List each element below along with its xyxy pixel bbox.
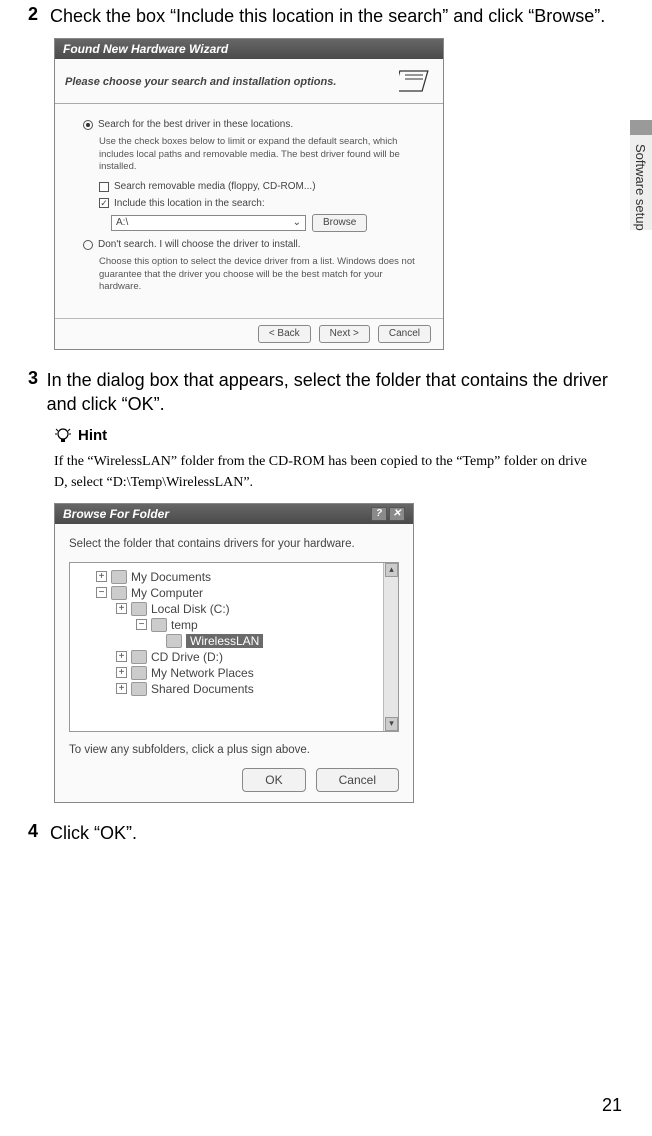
tree-node-my-computer[interactable]: − My Computer	[96, 585, 394, 601]
network-icon	[131, 666, 147, 680]
step-number: 2	[28, 4, 50, 28]
wizard-body: Search for the best driver in these loca…	[55, 104, 443, 310]
ok-button[interactable]: OK	[242, 768, 305, 792]
browse-title: Browse For Folder	[63, 507, 169, 521]
wizard-subtitle-row: Please choose your search and installati…	[55, 59, 443, 104]
expand-icon[interactable]: +	[116, 683, 127, 694]
tree-node-shared-documents[interactable]: + Shared Documents	[116, 681, 394, 697]
side-tab-label: Software setup	[633, 144, 648, 231]
folder-icon	[111, 570, 127, 584]
check-label: Search removable media (floppy, CD-ROM..…	[114, 180, 316, 194]
folder-icon	[166, 634, 182, 648]
step-3: 3 In the dialog box that appears, select…	[28, 368, 624, 417]
page-number: 21	[602, 1095, 622, 1116]
browse-button[interactable]: Browse	[312, 214, 367, 232]
tree-node-network-places[interactable]: + My Network Places	[116, 665, 394, 681]
wizard-subtitle: Please choose your search and installati…	[65, 76, 336, 88]
node-label: Local Disk (C:)	[151, 602, 230, 616]
tree-node-wirelesslan[interactable]: WirelessLAN	[166, 633, 394, 649]
step-text: In the dialog box that appears, select t…	[47, 368, 624, 417]
radio-search-locations[interactable]: Search for the best driver in these loca…	[83, 118, 425, 132]
wizard-titlebar: Found New Hardware Wizard	[55, 39, 443, 59]
path-select[interactable]: A:\ ⌄	[111, 215, 306, 231]
collapse-icon[interactable]: −	[136, 619, 147, 630]
hardware-icon	[399, 67, 433, 97]
drive-icon	[131, 602, 147, 616]
node-label: My Network Places	[151, 666, 254, 680]
node-label: My Computer	[131, 586, 203, 600]
node-label: Shared Documents	[151, 682, 254, 696]
check-removable-media[interactable]: Search removable media (floppy, CD-ROM..…	[99, 180, 425, 194]
tree-node-local-disk-c[interactable]: + Local Disk (C:)	[116, 601, 394, 617]
hint-text: If the “WirelessLAN” folder from the CD-…	[54, 451, 604, 493]
radio-label: Search for the best driver in these loca…	[98, 118, 293, 132]
hint-label: Hint	[78, 427, 107, 444]
tree-node-cd-drive[interactable]: + CD Drive (D:)	[116, 649, 394, 665]
expand-icon[interactable]: +	[116, 651, 127, 662]
radio-icon	[83, 120, 93, 130]
computer-icon	[111, 586, 127, 600]
wizard-button-row: < Back Next > Cancel	[55, 318, 443, 349]
browse-button-row: OK Cancel	[69, 768, 399, 792]
close-icon[interactable]: ✕	[389, 507, 405, 521]
chevron-down-icon: ⌄	[293, 216, 301, 230]
tree-node-my-documents[interactable]: + My Documents	[96, 569, 394, 585]
hint-header: Hint	[54, 427, 624, 445]
scroll-up-icon[interactable]: ▴	[385, 563, 398, 577]
step-number: 4	[28, 821, 50, 845]
checkbox-icon	[99, 182, 109, 192]
expand-icon[interactable]: +	[96, 571, 107, 582]
node-label-selected: WirelessLAN	[186, 634, 263, 648]
browse-instruction: Select the folder that contains drivers …	[69, 538, 399, 550]
expand-icon[interactable]: +	[116, 667, 127, 678]
radio1-description: Use the check boxes below to limit or ex…	[99, 136, 425, 174]
radio-dont-search[interactable]: Don't search. I will choose the driver t…	[83, 238, 425, 252]
step-2: 2 Check the box “Include this location i…	[28, 4, 624, 28]
next-button[interactable]: Next >	[319, 325, 370, 343]
radio-icon	[83, 240, 93, 250]
browse-titlebar: Browse For Folder ? ✕	[55, 504, 413, 524]
browse-footer-text: To view any subfolders, click a plus sig…	[69, 744, 399, 756]
scroll-down-icon[interactable]: ▾	[385, 717, 398, 731]
step-4: 4 Click “OK”.	[28, 821, 624, 845]
back-button[interactable]: < Back	[258, 325, 311, 343]
folder-icon	[151, 618, 167, 632]
tree-node-temp[interactable]: − temp	[136, 617, 394, 633]
expand-icon[interactable]: +	[116, 603, 127, 614]
folder-icon	[131, 682, 147, 696]
radio2-description: Choose this option to select the device …	[99, 256, 425, 294]
step-number: 3	[28, 368, 47, 417]
browse-folder-dialog: Browse For Folder ? ✕ Select the folder …	[54, 503, 414, 803]
checkbox-icon	[99, 198, 109, 208]
radio-label: Don't search. I will choose the driver t…	[98, 238, 301, 252]
wizard-figure: Found New Hardware Wizard Please choose …	[54, 38, 444, 350]
step-text: Check the box “Include this location in …	[50, 4, 605, 28]
collapse-icon[interactable]: −	[96, 587, 107, 598]
scrollbar[interactable]: ▴ ▾	[383, 563, 398, 731]
cancel-button[interactable]: Cancel	[378, 325, 431, 343]
folder-tree[interactable]: + My Documents − My Computer + Local Dis…	[69, 562, 399, 732]
node-label: CD Drive (D:)	[151, 650, 223, 664]
path-row: A:\ ⌄ Browse	[111, 214, 425, 232]
cancel-button[interactable]: Cancel	[316, 768, 399, 792]
node-label: temp	[171, 618, 198, 632]
check-label: Include this location in the search:	[114, 197, 265, 211]
help-icon[interactable]: ?	[371, 507, 387, 521]
path-value: A:\	[116, 216, 128, 230]
node-label: My Documents	[131, 570, 211, 584]
browse-body: Select the folder that contains drivers …	[55, 524, 413, 802]
check-include-location[interactable]: Include this location in the search:	[99, 197, 425, 211]
hint-icon	[54, 427, 72, 445]
step-text: Click “OK”.	[50, 821, 137, 845]
cd-icon	[131, 650, 147, 664]
